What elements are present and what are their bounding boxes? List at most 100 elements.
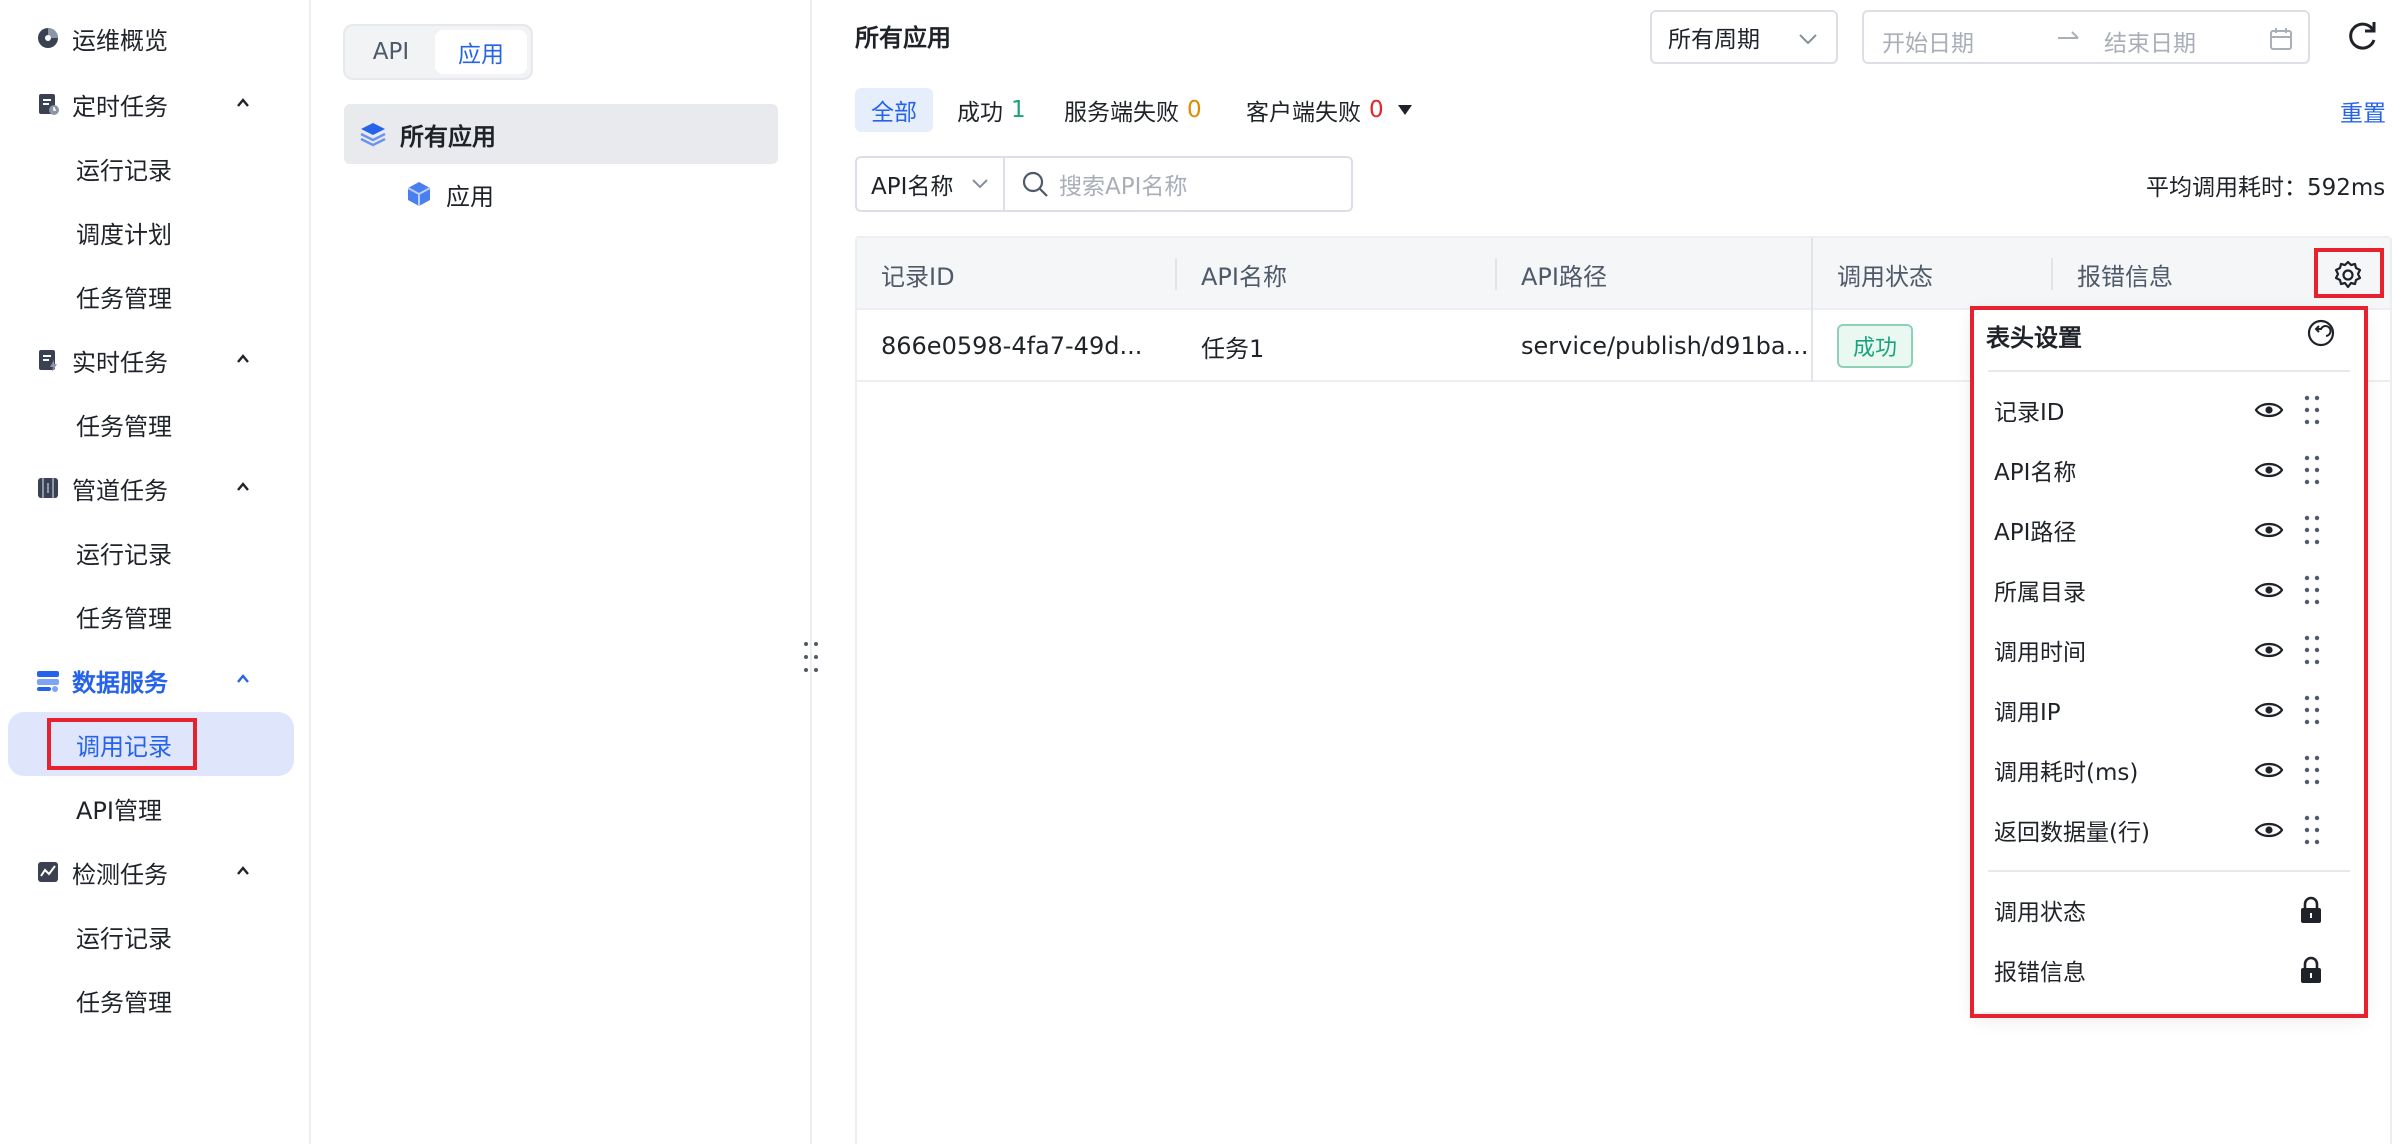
nav-item-realtime-tasks[interactable]: 任务管理 (0, 394, 290, 454)
nav-group-pipeline[interactable]: 管道任务 (0, 458, 290, 518)
nav-group-scheduled-label: 定时任务 (72, 92, 168, 121)
cell-record-id: 866e0598-4fa7-49d... (881, 332, 1143, 360)
tab-api[interactable]: API (351, 30, 431, 74)
filter-success[interactable]: 成功 1 (957, 88, 1026, 132)
status-badge: 成功 (1837, 324, 1914, 368)
filter-success-label: 成功 (957, 100, 1003, 126)
chevron-down-icon (1799, 34, 1817, 45)
search-field-select[interactable]: API名称 (855, 156, 1005, 212)
caret-down-icon[interactable] (1397, 105, 1412, 115)
data-service-icon (34, 666, 62, 694)
filter-all[interactable]: 全部 (855, 88, 933, 132)
filter-server-fail-count: 0 (1187, 97, 1202, 123)
column-header-call-status[interactable]: 调用状态 (1837, 238, 1933, 310)
tree-node-label: 所有应用 (400, 122, 496, 151)
calendar-icon (2270, 28, 2292, 50)
tree-node-app[interactable]: 应用 (404, 164, 494, 224)
nav-item-pipeline-runs[interactable]: 运行记录 (0, 522, 290, 582)
nav-item-scheduled-runs[interactable]: 运行记录 (0, 138, 290, 198)
filter-server-fail[interactable]: 服务端失败 0 (1064, 88, 1202, 132)
chevron-up-icon (237, 866, 249, 875)
table-header: 记录ID API名称 API路径 调用状态 报错信息 (857, 238, 2390, 310)
avg-latency: 平均调用耗时：592ms (2146, 175, 2386, 201)
nav-item-label: API管理 (76, 796, 162, 825)
date-start-input[interactable]: 开始日期 (1882, 24, 1974, 58)
nav-group-scheduled[interactable]: 定时任务 (0, 74, 290, 134)
refresh-button[interactable] (2344, 18, 2380, 54)
filter-client-fail-label: 客户端失败 (1246, 100, 1361, 126)
nav-item-label: 任务管理 (76, 284, 172, 313)
tree-node-label: 应用 (446, 182, 494, 211)
period-select-value: 所有周期 (1668, 27, 1760, 53)
side-nav: 运维概览 定时任务 运行记录 调度计划 任务管理 实时任务 任务管理 管道任务 (0, 0, 311, 1144)
chevron-down-icon (972, 179, 988, 189)
nav-item-label: 运行记录 (76, 924, 172, 953)
clipboard-clock-icon (34, 90, 62, 118)
column-header-record-id[interactable]: 记录ID (881, 238, 955, 310)
pipeline-icon (34, 474, 62, 502)
search-input[interactable]: 搜索API名称 (1003, 156, 1353, 212)
nav-overview[interactable]: 运维概览 (0, 8, 290, 68)
cube-icon (407, 182, 431, 206)
reset-link[interactable]: 重置 (2340, 94, 2386, 128)
column-header-error-info[interactable]: 报错信息 (2077, 238, 2173, 310)
cell-api-path: service/publish/d91ba... (1521, 332, 1809, 360)
chevron-up-icon (237, 482, 249, 491)
pie-chart-icon (34, 24, 62, 52)
search-placeholder: 搜索API名称 (1059, 174, 1188, 200)
tab-app[interactable]: 应用 (435, 30, 527, 74)
refresh-icon (2349, 22, 2376, 50)
date-end-input[interactable]: 结束日期 (2104, 24, 2196, 58)
cell-api-name: 任务1 (1201, 334, 1265, 363)
panel-resize-handle[interactable] (800, 640, 822, 678)
column-header-api-path[interactable]: API路径 (1521, 238, 1607, 310)
chevron-up-icon (237, 674, 249, 683)
nav-group-inspection-label: 检测任务 (72, 860, 168, 889)
filter-client-fail-count: 0 (1369, 97, 1384, 123)
app-tree-panel (311, 0, 812, 1144)
nav-item-label: 任务管理 (76, 988, 172, 1017)
nav-item-label: 任务管理 (76, 604, 172, 633)
column-header-api-name[interactable]: API名称 (1201, 238, 1287, 310)
nav-item-label: 任务管理 (76, 412, 172, 441)
layers-icon (360, 123, 386, 147)
nav-group-dataservice[interactable]: 数据服务 (0, 650, 290, 710)
nav-group-inspection[interactable]: 检测任务 (0, 842, 290, 902)
nav-item-pipeline-tasks[interactable]: 任务管理 (0, 586, 290, 646)
column-divider (1175, 258, 1177, 290)
nav-group-dataservice-label: 数据服务 (72, 668, 168, 697)
monitor-chart-icon (34, 858, 62, 886)
period-select[interactable]: 所有周期 (1650, 10, 1838, 64)
tree-tab-switch: API 应用 (343, 24, 533, 80)
nav-group-pipeline-label: 管道任务 (72, 476, 168, 505)
nav-item-label: 运行记录 (76, 540, 172, 569)
nav-group-realtime[interactable]: 实时任务 (0, 330, 290, 390)
nav-item-label: 调度计划 (76, 220, 172, 249)
search-icon (1022, 171, 1048, 197)
column-divider (2051, 258, 2053, 290)
nav-group-realtime-label: 实时任务 (72, 348, 168, 377)
column-divider (1495, 258, 1497, 290)
filter-client-fail[interactable]: 客户端失败 0 (1246, 88, 1412, 132)
nav-item-inspection-runs[interactable]: 运行记录 (0, 906, 290, 966)
nav-item-label: 运行记录 (76, 156, 172, 185)
nav-item-scheduled-plan[interactable]: 调度计划 (0, 202, 290, 262)
highlight-box-call-records (47, 718, 197, 770)
tree-node-all-apps[interactable]: 所有应用 (344, 104, 778, 164)
page-title: 所有应用 (855, 24, 951, 52)
nav-item-inspection-tasks[interactable]: 任务管理 (0, 970, 290, 1030)
drag-handle-icon (804, 642, 818, 672)
arrow-right-icon (2058, 31, 2079, 39)
chevron-up-icon (237, 98, 249, 107)
highlight-box-gear (2314, 248, 2384, 298)
clipboard-bolt-icon (34, 346, 62, 374)
date-range-picker[interactable]: 开始日期 结束日期 (1862, 10, 2310, 64)
chevron-up-icon (237, 354, 249, 363)
search-field-value: API名称 (871, 174, 954, 200)
highlight-box-popover (1970, 306, 2368, 1018)
fixed-column-divider (1811, 238, 1813, 382)
nav-item-api-management[interactable]: API管理 (0, 778, 290, 838)
filter-server-fail-label: 服务端失败 (1064, 100, 1179, 126)
filter-success-count: 1 (1011, 97, 1026, 123)
nav-item-scheduled-tasks[interactable]: 任务管理 (0, 266, 290, 326)
